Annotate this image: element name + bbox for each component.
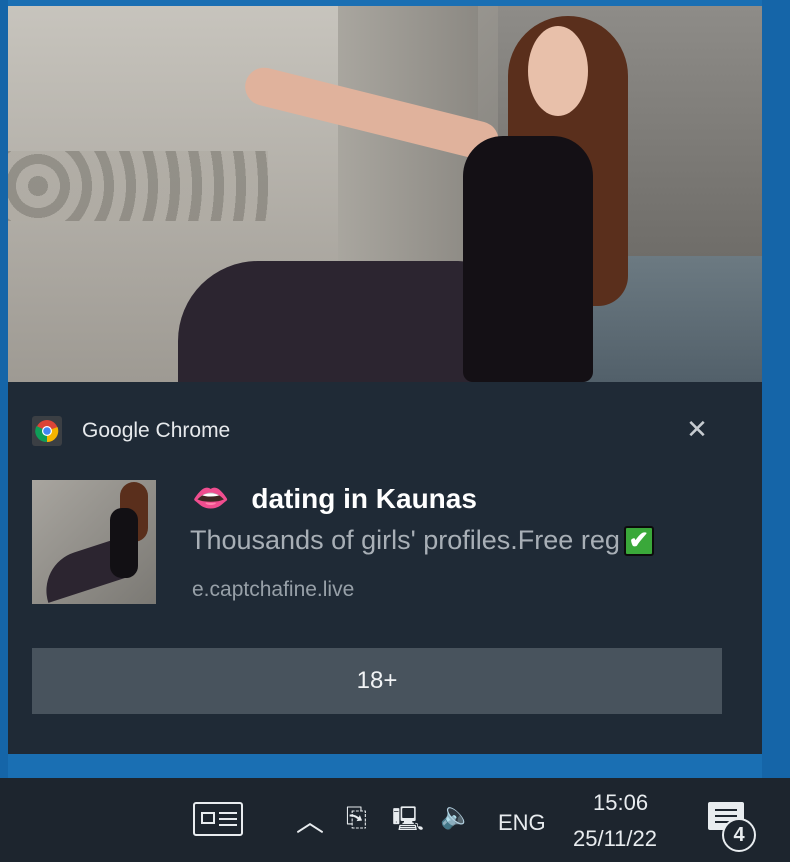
notif-icon-line [715,809,737,811]
taskbar: ︿ ⎘ 🖳 🔈 ENG 15:06 25/11/22 4 [0,778,790,862]
notification-title-row: 👄 dating in Kaunas [192,482,477,516]
toast-notification[interactable] [8,6,762,754]
meet-now-icon[interactable]: ⎘ [346,802,367,834]
hero-image [8,6,762,382]
news-icon-part [219,824,237,826]
news-icon-part [201,812,215,824]
notif-icon-line [715,815,737,817]
lips-icon: 👄 [192,482,230,515]
show-hidden-icons-chevron-icon[interactable]: ︿ [296,800,324,840]
app-name: Google Chrome [82,419,231,442]
notification-thumbnail [32,480,156,604]
check-mark-icon: ✔ [623,525,654,556]
hero-figure-legs [178,261,498,382]
chrome-icon [32,416,62,446]
action-button-18plus[interactable]: 18+ [32,648,722,714]
hero-figure-face [528,26,588,116]
input-language[interactable]: ENG [498,810,546,836]
news-icon-part [219,812,237,814]
toast-header: Google Chrome [32,416,230,446]
notification-body-text: Thousands of girls' profiles.Free reg [190,525,620,555]
hero-carving [8,151,268,221]
notification-body: Thousands of girls' profiles.Free reg ✔ [190,525,654,556]
news-and-interests-icon[interactable] [193,802,243,836]
notification-source: e.captchafine.live [192,578,355,601]
hero-figure-body [463,136,593,382]
clock-time[interactable]: 15:06 [593,790,648,816]
desktop-background-right [762,0,790,780]
news-icon-part [219,818,237,820]
thumb-body [110,508,138,578]
notification-title: dating in Kaunas [251,483,477,514]
notification-count-badge: 4 [722,818,756,852]
volume-icon[interactable]: 🔈 [440,800,472,831]
network-icon[interactable]: 🖳 [392,802,424,843]
close-button[interactable]: ✕ [680,412,714,446]
desktop-background [0,0,8,780]
clock-date[interactable]: 25/11/22 [573,826,657,852]
